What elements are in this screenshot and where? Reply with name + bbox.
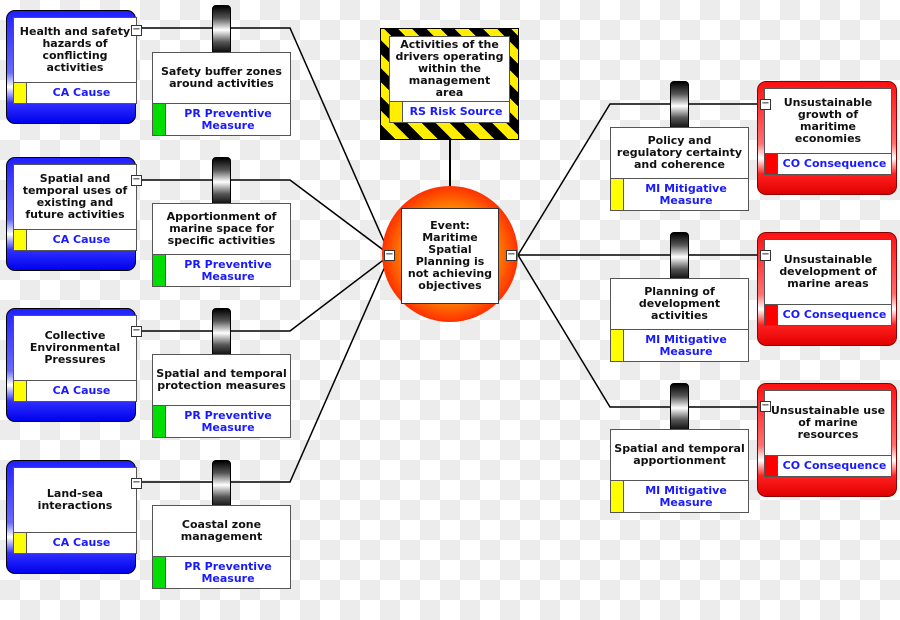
event-right-collapse-button[interactable]: −: [506, 250, 517, 261]
mitigative-swatch: [611, 179, 624, 210]
preventive-barrier-node[interactable]: Safety buffer zones around activities PR…: [152, 52, 291, 136]
barrier-wheel-icon: [212, 308, 231, 358]
consequence-label: CO Consequence: [782, 157, 887, 170]
cause-swatch: [14, 83, 27, 103]
barrier-text: Planning of development activities: [638, 285, 721, 322]
consequence-swatch: [765, 456, 778, 476]
barrier-wheel-icon: [212, 157, 231, 207]
preventive-swatch: [153, 557, 166, 588]
barrier-wheel-icon: [212, 460, 231, 510]
barrier-wheel-icon: [670, 81, 689, 131]
consequence-node[interactable]: Unsustainable growth of maritime economi…: [757, 81, 897, 195]
cause-text: Health and safety hazards of conflicting…: [19, 25, 131, 74]
cause-label: CA Cause: [52, 233, 111, 246]
cause-label: CA Cause: [52, 536, 111, 549]
consequence-text: Unsustainable growth of maritime economi…: [783, 96, 873, 145]
mitigative-swatch: [611, 481, 624, 512]
cause-swatch: [14, 230, 27, 250]
mitigative-swatch: [611, 330, 624, 361]
risk-source-swatch: [390, 102, 403, 122]
cause-text: Collective Environmental Pressures: [29, 329, 121, 366]
barrier-label: MI Mitigative Measure: [645, 483, 727, 509]
risk-source-label: RS Risk Source: [409, 105, 503, 118]
consequence-swatch: [765, 305, 778, 325]
consequence-node[interactable]: Unsustainable use of marine resources CO…: [757, 383, 897, 497]
preventive-barrier-node[interactable]: Apportionment of marine space for specif…: [152, 203, 291, 287]
preventive-swatch: [153, 255, 166, 286]
consequence-swatch: [765, 154, 778, 174]
cause-node[interactable]: Health and safety hazards of conflicting…: [6, 10, 142, 124]
mitigative-barrier-node[interactable]: Policy and regulatory certainty and cohe…: [610, 127, 749, 211]
preventive-swatch: [153, 104, 166, 135]
cause-node[interactable]: Spatial and temporal uses of existing an…: [6, 157, 142, 271]
barrier-wheel-icon: [670, 232, 689, 282]
consequence-label: CO Consequence: [782, 459, 887, 472]
barrier-wheel-icon: [670, 383, 689, 433]
cause-node[interactable]: Land-sea interactions CA Cause −: [6, 460, 142, 574]
risk-source-text: Activities of the drivers operating with…: [395, 38, 504, 99]
barrier-label: PR Preventive Measure: [184, 257, 272, 283]
cause-text: Land-sea interactions: [37, 487, 113, 512]
consequence-collapse-button[interactable]: −: [760, 401, 771, 412]
cause-collapse-button[interactable]: −: [131, 478, 142, 489]
barrier-label: PR Preventive Measure: [184, 559, 272, 585]
consequence-text: Unsustainable use of marine resources: [770, 404, 886, 441]
barrier-label: PR Preventive Measure: [184, 106, 272, 132]
consequence-collapse-button[interactable]: −: [760, 250, 771, 261]
event-left-collapse-button[interactable]: −: [384, 250, 395, 261]
mitigative-barrier-node[interactable]: Planning of development activities MI Mi…: [610, 278, 749, 362]
consequence-label: CO Consequence: [782, 308, 887, 321]
risk-source-node[interactable]: Activities of the drivers operating with…: [380, 28, 519, 140]
cause-text: Spatial and temporal uses of existing an…: [22, 172, 128, 221]
mitigative-barrier-node[interactable]: Spatial and temporal apportionment MI Mi…: [610, 429, 749, 513]
barrier-text: Safety buffer zones around activities: [161, 65, 282, 90]
barrier-text: Apportionment of marine space for specif…: [166, 210, 277, 247]
cause-swatch: [14, 381, 27, 401]
barrier-text: Spatial and temporal apportionment: [614, 442, 745, 467]
cause-swatch: [14, 533, 27, 553]
consequence-collapse-button[interactable]: −: [760, 99, 771, 110]
cause-label: CA Cause: [52, 384, 111, 397]
cause-collapse-button[interactable]: −: [131, 25, 142, 36]
consequence-text: Unsustainable development of marine area…: [779, 253, 877, 290]
event-text: Event: Maritime Spatial Planning is not …: [401, 208, 499, 304]
cause-collapse-button[interactable]: −: [131, 175, 142, 186]
barrier-label: PR Preventive Measure: [184, 408, 272, 434]
preventive-barrier-node[interactable]: Coastal zone management PR Preventive Me…: [152, 505, 291, 589]
barrier-text: Coastal zone management: [180, 518, 263, 543]
barrier-label: MI Mitigative Measure: [645, 332, 727, 358]
preventive-swatch: [153, 406, 166, 437]
barrier-text: Policy and regulatory certainty and cohe…: [616, 134, 743, 171]
cause-label: CA Cause: [52, 86, 111, 99]
preventive-barrier-node[interactable]: Spatial and temporal protection measures…: [152, 354, 291, 438]
cause-node[interactable]: Collective Environmental Pressures CA Ca…: [6, 308, 142, 422]
cause-collapse-button[interactable]: −: [131, 326, 142, 337]
barrier-label: MI Mitigative Measure: [645, 181, 727, 207]
barrier-text: Spatial and temporal protection measures: [156, 367, 287, 392]
consequence-node[interactable]: Unsustainable development of marine area…: [757, 232, 897, 346]
barrier-wheel-icon: [212, 5, 231, 55]
